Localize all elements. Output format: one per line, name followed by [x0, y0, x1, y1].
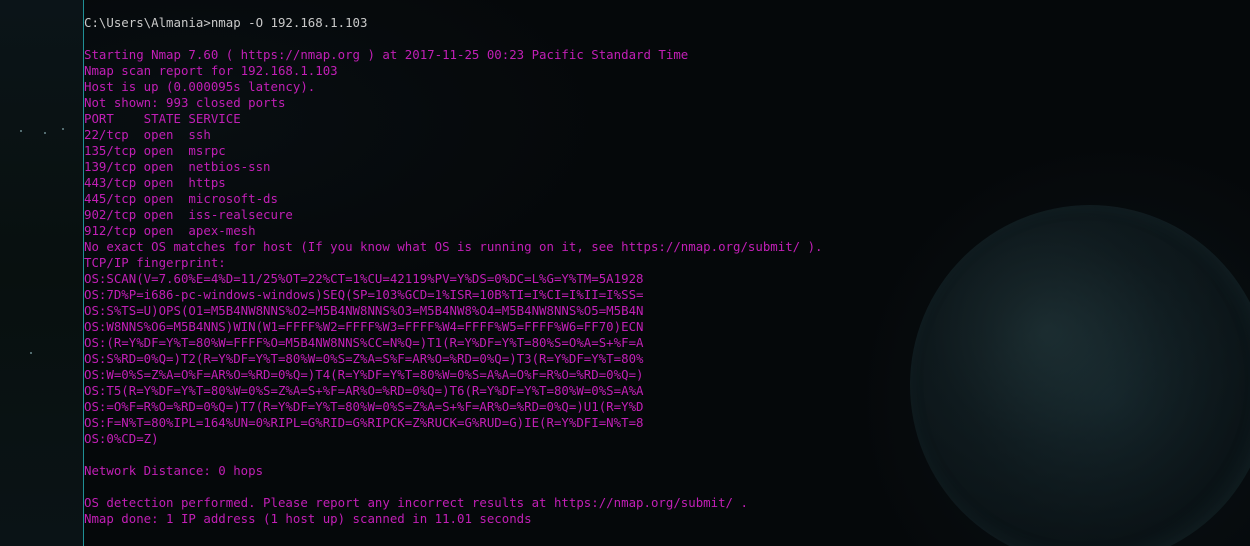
scan-output: Starting Nmap 7.60 ( https://nmap.org ) … — [84, 31, 1234, 527]
terminal-output[interactable]: C:\Users\Almania>nmap -O 192.168.1.103 S… — [84, 15, 1234, 527]
output-line: 22/tcp open ssh — [84, 127, 211, 142]
output-line: OS:=O%F=R%O=%RD=0%Q=)T7(R=Y%DF=Y%T=80%W=… — [84, 399, 644, 414]
side-panel — [0, 0, 83, 546]
output-line: 443/tcp open https — [84, 175, 226, 190]
output-line: OS:SCAN(V=7.60%E=4%D=11/25%OT=22%CT=1%CU… — [84, 271, 644, 286]
output-line: OS:(R=Y%DF=Y%T=80%W=FFFF%O=M5B4NW8NNS%CC… — [84, 335, 644, 350]
star-dot — [30, 352, 32, 354]
output-line: 445/tcp open microsoft-ds — [84, 191, 278, 206]
star-dot — [44, 132, 46, 134]
output-line: 902/tcp open iss-realsecure — [84, 207, 293, 222]
star-dot — [62, 128, 64, 130]
output-line: OS:7D%P=i686-pc-windows-windows)SEQ(SP=1… — [84, 287, 644, 302]
output-line: OS:S%RD=0%Q=)T2(R=Y%DF=Y%T=80%W=0%S=Z%A=… — [84, 351, 644, 366]
output-line: Not shown: 993 closed ports — [84, 95, 286, 110]
star-dot — [20, 130, 22, 132]
output-line: 135/tcp open msrpc — [84, 143, 226, 158]
output-line: OS:W=0%S=Z%A=O%F=AR%O=%RD=0%Q=)T4(R=Y%DF… — [84, 367, 644, 382]
command-prompt-line: C:\Users\Almania>nmap -O 192.168.1.103 — [84, 15, 368, 30]
desktop-background: C:\Users\Almania>nmap -O 192.168.1.103 S… — [0, 0, 1250, 546]
output-line: 912/tcp open apex-mesh — [84, 223, 256, 238]
output-line: Nmap scan report for 192.168.1.103 — [84, 63, 338, 78]
output-line: No exact OS matches for host (If you kno… — [84, 239, 823, 254]
output-line: OS:S%TS=U)OPS(O1=M5B4NW8NNS%O2=M5B4NW8NN… — [84, 303, 644, 318]
output-line: OS detection performed. Please report an… — [84, 495, 748, 510]
output-line: OS:W8NNS%O6=M5B4NNS)WIN(W1=FFFF%W2=FFFF%… — [84, 319, 644, 334]
output-line: Network Distance: 0 hops — [84, 463, 264, 478]
output-line: Host is up (0.000095s latency). — [84, 79, 316, 94]
output-line: OS:F=N%T=80%IPL=164%UN=0%RIPL=G%RID=G%RI… — [84, 415, 644, 430]
output-line: PORT STATE SERVICE — [84, 111, 241, 126]
output-line: 139/tcp open netbios-ssn — [84, 159, 271, 174]
output-line: Nmap done: 1 IP address (1 host up) scan… — [84, 511, 532, 526]
output-line: OS:T5(R=Y%DF=Y%T=80%W=0%S=Z%A=S+%F=AR%O=… — [84, 383, 644, 398]
output-line: TCP/IP fingerprint: — [84, 255, 226, 270]
output-line: OS:0%CD=Z) — [84, 431, 159, 446]
output-line: Starting Nmap 7.60 ( https://nmap.org ) … — [84, 47, 689, 62]
